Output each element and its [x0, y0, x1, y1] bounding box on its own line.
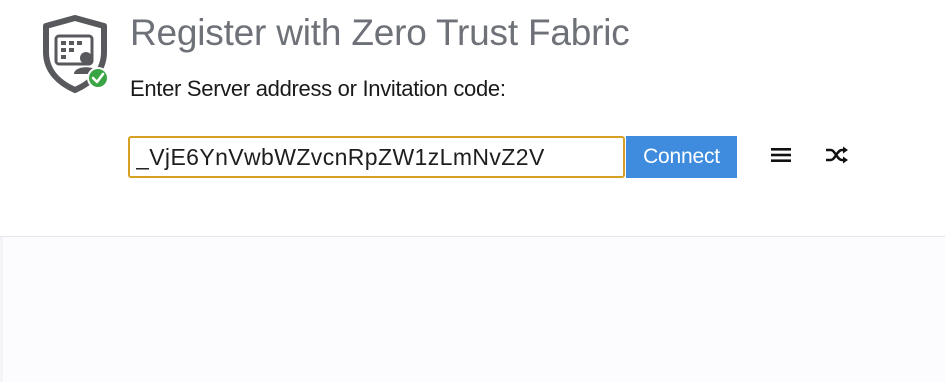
- content-area: [0, 237, 945, 382]
- address-prompt-label: Enter Server address or Invitation code:: [130, 76, 506, 101]
- connect-button[interactable]: Connect: [626, 136, 737, 178]
- registration-window: Register with Zero Trust Fabric Enter Se…: [0, 0, 945, 382]
- registration-panel: Register with Zero Trust Fabric Enter Se…: [0, 0, 945, 236]
- page-title: Register with Zero Trust Fabric: [130, 12, 630, 53]
- shuffle-icon[interactable]: [822, 140, 852, 170]
- server-address-input[interactable]: [128, 136, 625, 178]
- menu-icon[interactable]: [766, 140, 796, 170]
- shield-server-check-icon: [43, 15, 109, 93]
